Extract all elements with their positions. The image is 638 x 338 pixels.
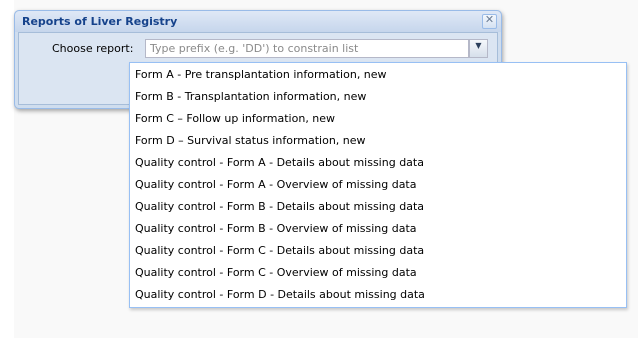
dropdown-item[interactable]: Form C – Follow up information, new <box>130 107 626 129</box>
dropdown-item[interactable]: Quality control - Form A - Details about… <box>130 151 626 173</box>
dropdown-item[interactable]: Form A - Pre transplantation information… <box>130 63 626 85</box>
dropdown-item[interactable]: Quality control - Form C - Details about… <box>130 239 626 261</box>
dropdown-item-label: Quality control - Form A - Details about… <box>135 156 424 169</box>
close-icon: ✕ <box>484 13 495 26</box>
dropdown-item[interactable]: Quality control - Form D - Details about… <box>130 283 626 305</box>
choose-report-label: Choose report: <box>52 42 134 55</box>
close-button[interactable]: ✕ <box>482 13 497 29</box>
dropdown-item[interactable]: Quality control - Form C - Overview of m… <box>130 261 626 283</box>
dialog-title: Reports of Liver Registry <box>22 15 178 28</box>
combo-placeholder: Type prefix (e.g. 'DD') to constrain lis… <box>150 42 359 55</box>
dropdown-item[interactable]: Form B - Transplantation information, ne… <box>130 85 626 107</box>
dropdown-item-label: Quality control - Form C - Details about… <box>135 244 425 257</box>
dropdown-item-label: Form B - Transplantation information, ne… <box>135 90 367 103</box>
dropdown-item-label: Form D – Survival status information, ne… <box>135 134 366 147</box>
report-dropdown-list[interactable]: Form A - Pre transplantation information… <box>129 62 627 308</box>
combo-trigger-button[interactable]: ▼ <box>469 39 488 58</box>
dialog-header[interactable]: Reports of Liver Registry ✕ <box>15 11 501 32</box>
dropdown-item-label: Quality control - Form B - Overview of m… <box>135 222 417 235</box>
dropdown-item-label: Quality control - Form A - Overview of m… <box>135 178 417 191</box>
dropdown-item-label: Form C – Follow up information, new <box>135 112 336 125</box>
dropdown-item[interactable]: Quality control - Form B - Details about… <box>130 195 626 217</box>
dropdown-item[interactable]: Quality control - Form B - Overview of m… <box>130 217 626 239</box>
dropdown-item-label: Form A - Pre transplantation information… <box>135 68 387 81</box>
dropdown-item-label: Quality control - Form C - Overview of m… <box>135 266 417 279</box>
page-gutter <box>0 0 14 338</box>
page: Reports of Liver Registry ✕ Choose repor… <box>0 0 638 338</box>
dropdown-item-label: Quality control - Form B - Details about… <box>135 200 424 213</box>
dropdown-item-label: Quality control - Form D - Details about… <box>135 288 425 301</box>
report-combo-input[interactable]: Type prefix (e.g. 'DD') to constrain lis… <box>145 39 469 58</box>
dropdown-item[interactable]: Form D – Survival status information, ne… <box>130 129 626 151</box>
chevron-down-icon: ▼ <box>475 41 482 50</box>
dropdown-item[interactable]: Quality control - Form A - Overview of m… <box>130 173 626 195</box>
